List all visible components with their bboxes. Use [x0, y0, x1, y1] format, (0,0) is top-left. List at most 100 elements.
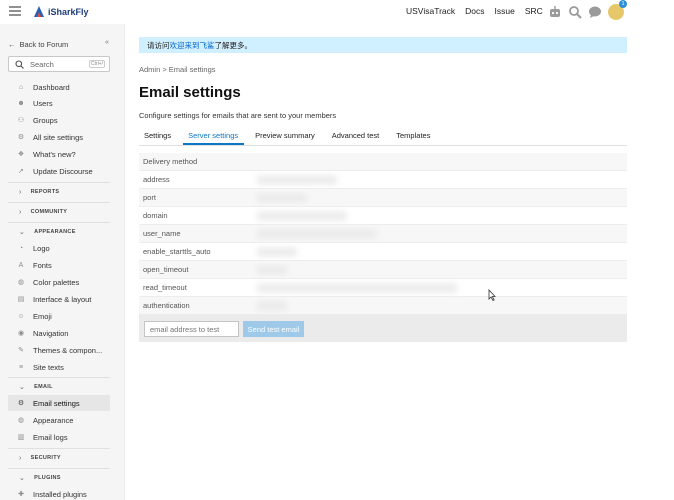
sidebar-item-themes-components[interactable]: ✎ Themes & compon...	[8, 342, 110, 358]
sidebar-item-email-settings[interactable]: ⚙ Email settings	[8, 395, 110, 411]
sidebar-item-label: Installed plugins	[33, 489, 87, 499]
user-avatar[interactable]: 1	[608, 0, 627, 20]
logo-icon: ◔	[18, 244, 24, 252]
section-label: REPORTS	[30, 189, 60, 195]
sidebar-item-interface-layout[interactable]: ▤ Interface & layout	[8, 291, 110, 307]
sidebar-item-label: Navigation	[33, 328, 69, 338]
tab-templates[interactable]: Templates	[391, 126, 436, 145]
compass-icon: ◉	[17, 330, 25, 337]
section-community[interactable]: › COMMUNITY	[8, 206, 110, 218]
brush-icon: ✎	[18, 347, 24, 354]
sidebar-item-label: Email settings	[33, 398, 80, 408]
test-email-input[interactable]	[144, 321, 239, 337]
sidebar-item-label: What's new?	[33, 149, 76, 159]
gear-icon: ⚙	[17, 134, 25, 141]
redacted-value	[257, 210, 347, 221]
sidebar-item-emoji[interactable]: ☺ Emoji	[8, 308, 110, 324]
section-label: COMMUNITY	[30, 209, 68, 215]
redacted-value	[257, 192, 307, 203]
sidebar-item-email-logs[interactable]: ▥ Email logs	[8, 429, 110, 445]
setting-name: domain	[143, 211, 168, 220]
sidebar-item-label: Fonts	[33, 260, 52, 270]
search-icon[interactable]	[568, 5, 582, 19]
section-label: SECURITY	[30, 455, 61, 461]
sidebar-item-groups[interactable]: ⚇ Groups	[8, 112, 110, 128]
tab-preview-summary[interactable]: Preview summary	[250, 126, 321, 145]
chevron-down-icon: ⌄	[19, 475, 26, 482]
chevron-right-icon: ›	[19, 208, 22, 216]
logo-text: iSharkFly	[48, 6, 89, 17]
sidebar-item-site-texts[interactable]: ≡ Site texts	[8, 359, 110, 375]
gift-icon: ❖	[17, 151, 25, 158]
banner-link[interactable]: 欢迎来到飞鲨	[170, 40, 215, 51]
setting-name: address	[143, 175, 170, 184]
header-link-src[interactable]: SRC	[525, 6, 543, 16]
sidebar-divider	[8, 222, 110, 223]
chat-icon[interactable]	[588, 5, 602, 19]
font-icon: A	[18, 261, 24, 269]
hamburger-menu-icon[interactable]	[9, 6, 21, 16]
setting-name: user_name	[143, 229, 181, 238]
sidebar-item-dashboard[interactable]: ⌂ Dashboard	[8, 79, 110, 95]
sidebar-item-all-site-settings[interactable]: ⚙ All site settings	[8, 129, 110, 145]
table-row: Delivery method	[139, 153, 627, 171]
test-email-bar: Send test email	[139, 315, 627, 342]
tab-advanced-test[interactable]: Advanced test	[327, 126, 386, 145]
robot-icon[interactable]	[548, 5, 562, 19]
sidebar-item-label: Themes & compon...	[33, 345, 103, 355]
sidebar-item-users[interactable]: ☻ Users	[8, 95, 110, 111]
users-icon: ☻	[17, 99, 25, 107]
sidebar-search[interactable]: Search Ctrl+/	[8, 56, 110, 72]
logs-icon: ▥	[17, 434, 25, 441]
sidebar-item-logo[interactable]: ◔ Logo	[8, 240, 110, 256]
header-link-docs[interactable]: Docs	[465, 6, 484, 16]
table-row: read_timeout	[139, 279, 627, 297]
sidebar-item-navigation[interactable]: ◉ Navigation	[8, 325, 110, 341]
section-security[interactable]: › SECURITY	[8, 452, 110, 464]
tab-server-settings[interactable]: Server settings	[183, 126, 245, 145]
sidebar-divider	[8, 377, 110, 378]
section-plugins[interactable]: ⌄ PLUGINS	[8, 472, 110, 484]
page-subtitle: Configure settings for emails that are s…	[139, 111, 337, 120]
section-reports[interactable]: › REPORTS	[8, 186, 110, 198]
collapse-sidebar-icon[interactable]: «	[105, 39, 109, 46]
sidebar-divider	[8, 182, 110, 183]
notification-badge: 1	[619, 0, 627, 8]
sidebar-item-update-discourse[interactable]: ➚ Update Discourse	[8, 163, 110, 179]
banner-suffix: 了解更多。	[214, 40, 253, 50]
header-link-usvisatrack[interactable]: USVisaTrack	[406, 6, 455, 16]
sidebar-item-label: Groups	[33, 115, 58, 125]
palette-icon: ◍	[17, 279, 25, 286]
site-logo[interactable]: iSharkFly	[32, 4, 89, 19]
admin-sidebar: ← Back to Forum « Search Ctrl+/ ⌂ Dashbo…	[0, 24, 125, 500]
sidebar-item-label: Emoji	[33, 311, 52, 321]
back-to-forum-link[interactable]: ← Back to Forum	[8, 40, 68, 49]
send-test-email-button[interactable]: Send test email	[243, 321, 304, 337]
table-row: address	[139, 171, 627, 189]
sidebar-item-label: Appearance	[33, 415, 74, 425]
sidebar-item-label: Email logs	[33, 432, 68, 442]
setting-name: open_timeout	[143, 265, 189, 274]
server-settings-table: Delivery method address port domain user…	[139, 153, 627, 315]
section-label: APPEARANCE	[34, 229, 76, 235]
sidebar-item-email-appearance[interactable]: ◍ Appearance	[8, 412, 110, 428]
sidebar-item-fonts[interactable]: A Fonts	[8, 257, 110, 273]
breadcrumb[interactable]: Admin > Email settings	[139, 65, 216, 74]
chevron-down-icon: ⌄	[19, 384, 26, 391]
tabs-divider	[139, 145, 627, 146]
redacted-value	[257, 228, 377, 239]
tab-settings[interactable]: Settings	[139, 126, 177, 145]
rocket-icon: ➚	[18, 168, 24, 175]
sidebar-item-installed-plugins[interactable]: ✚ Installed plugins	[8, 486, 110, 500]
banner-prefix: 请访问	[147, 40, 170, 50]
sidebar-item-whats-new[interactable]: ❖ What's new?	[8, 146, 110, 162]
search-shortcut: Ctrl+/	[88, 60, 105, 68]
sidebar-item-label: Users	[33, 98, 53, 108]
puzzle-icon: ✚	[18, 491, 24, 498]
header-link-issue[interactable]: Issue	[495, 6, 515, 16]
sidebar-item-color-palettes[interactable]: ◍ Color palettes	[8, 274, 110, 290]
section-email[interactable]: ⌄ EMAIL	[8, 381, 110, 393]
header-links: USVisaTrack Docs Issue SRC	[406, 6, 543, 16]
section-appearance[interactable]: ⌄ APPEARANCE	[8, 226, 110, 238]
sidebar-item-label: All site settings	[33, 132, 84, 142]
